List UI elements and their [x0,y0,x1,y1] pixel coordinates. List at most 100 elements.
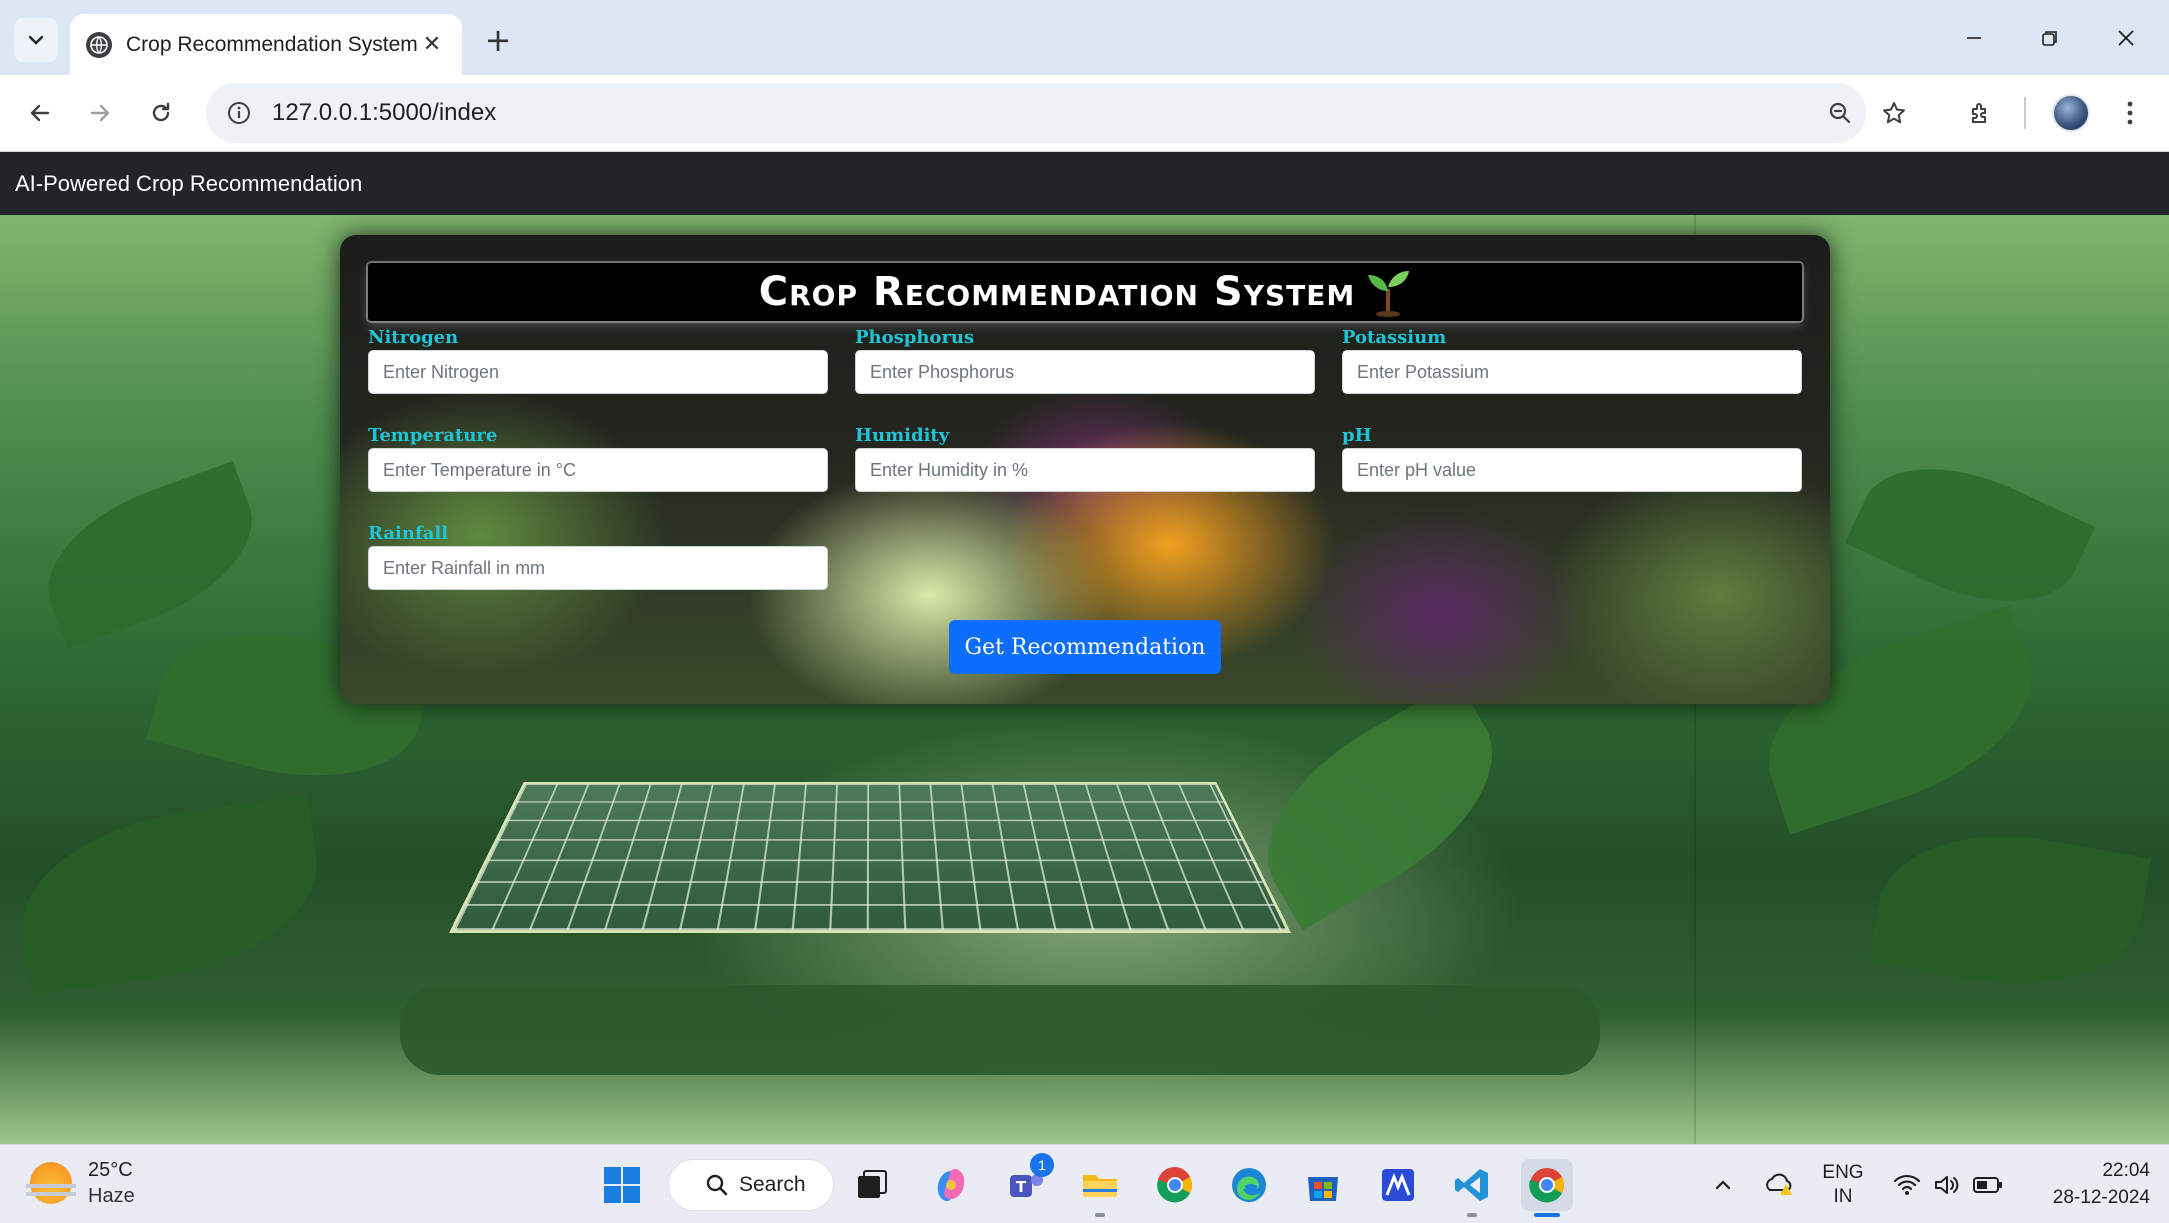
potassium-label: Potassium [1342,327,1447,348]
editor-app-button[interactable] [1372,1159,1424,1211]
window-close-button[interactable] [2088,14,2164,62]
vscode-button[interactable] [1446,1159,1498,1211]
new-tab-button[interactable]: + [478,20,518,60]
extensions-icon[interactable] [1958,91,2002,135]
restore-icon [2042,31,2057,46]
foliage-decoration [26,460,274,650]
reload-button[interactable] [139,91,183,135]
tab-title: Crop Recommendation System [126,32,418,56]
task-view-icon [858,1170,887,1198]
window-restore-button[interactable] [2012,14,2088,62]
arrow-right-icon [90,104,110,122]
arrow-left-icon [30,104,50,122]
foliage-decoration [1232,679,1528,931]
ph-input[interactable] [1342,448,1802,492]
chrome-icon [1529,1168,1564,1203]
show-hidden-icons-button[interactable] [1708,1159,1738,1211]
foliage-decoration [10,794,330,996]
get-recommendation-button[interactable]: Get Recommendation [949,620,1221,674]
page-viewport: AI-Powered Crop Recommendation Crop Reco… [0,152,2169,1144]
search-icon [706,1174,728,1196]
task-view-button[interactable] [846,1159,898,1211]
site-info-icon[interactable] [224,98,254,128]
zoom-icon[interactable] [1818,91,1862,135]
profile-avatar[interactable] [2052,94,2090,132]
temperature-label: Temperature [368,425,498,446]
form-header: Crop Recommendation System [368,263,1802,321]
nitrogen-label: Nitrogen [368,327,459,348]
globe-icon [86,31,112,58]
taskbar-clock[interactable]: 22:04 28-12-2024 [2010,1157,2150,1211]
chevron-down-icon [28,35,44,45]
onedrive-warning-icon[interactable] [1762,1159,1798,1211]
temperature-input[interactable] [368,448,828,492]
foliage-decoration [1868,813,2152,1007]
tab-search-button[interactable] [14,18,58,62]
url-text[interactable]: 127.0.0.1:5000/index [272,99,496,127]
store-button[interactable] [1297,1159,1349,1211]
close-icon [2118,30,2134,46]
nitrogen-field-group: Nitrogen [368,326,828,394]
edge-button[interactable] [1223,1159,1275,1211]
store-icon [1308,1177,1338,1201]
file-explorer-button[interactable] [1074,1159,1126,1211]
active-indicator [1534,1213,1560,1217]
rainfall-input[interactable] [368,546,828,590]
crop-form-card: Crop Recommendation System Nitrogen Phos… [340,235,1830,704]
browser-tab-active[interactable]: Crop Recommendation System ✕ [70,14,462,75]
navbar-brand[interactable]: AI-Powered Crop Recommendation [15,171,362,197]
chrome-active-button[interactable] [1521,1159,1573,1211]
phosphorus-input[interactable] [855,350,1315,394]
window-minimize-button[interactable] [1936,14,2012,62]
toolbar-separator [2024,97,2026,129]
bookmark-star-icon[interactable] [1872,91,1916,135]
language-region: IN [1833,1186,1853,1207]
chevron-up-icon [1715,1180,1731,1190]
wifi-icon[interactable] [1892,1159,1922,1211]
language-indicator[interactable]: ENG IN [1816,1159,1870,1211]
rainfall-label: Rainfall [368,523,449,544]
language-code: ENG [1822,1162,1864,1183]
browser-tab-strip: Crop Recommendation System ✕ + [0,0,2169,75]
humidity-label: Humidity [855,425,950,446]
back-button[interactable] [18,91,62,135]
ph-label: pH [1342,425,1372,446]
address-bar[interactable]: 127.0.0.1:5000/index [206,83,1866,143]
page-title: Crop Recommendation System [758,269,1356,315]
foliage-decoration [400,985,1600,1075]
folder-icon [1083,1175,1117,1197]
temperature-field-group: Temperature [368,424,828,492]
sprout-icon [1368,271,1410,317]
windows-logo-icon [604,1167,640,1203]
clock-date: 28-12-2024 [2052,1187,2150,1208]
humidity-input[interactable] [855,448,1315,492]
browser-menu-icon[interactable] [2112,91,2148,135]
start-button[interactable] [596,1159,648,1211]
minimize-icon [1967,37,1981,39]
weather-condition: Haze [88,1185,135,1207]
svg-text:T: T [1016,1178,1027,1196]
browser-toolbar: 127.0.0.1:5000/index [0,75,2169,152]
vscode-icon [1455,1169,1488,1201]
tab-close-icon[interactable]: ✕ [418,32,446,57]
running-indicator [1095,1213,1105,1217]
copilot-button[interactable] [925,1159,977,1211]
humidity-field-group: Humidity [855,424,1315,492]
battery-icon[interactable] [1972,1159,2004,1211]
app-m-icon [1382,1169,1414,1201]
teams-button[interactable]: T 1 [1000,1153,1054,1211]
weather-widget[interactable]: 25°C Haze [26,1157,135,1209]
chrome-button[interactable] [1149,1159,1201,1211]
windows-taskbar: 25°C Haze Search T 1 ENG IN 22:04 28-12-… [0,1144,2169,1223]
volume-icon[interactable] [1932,1159,1962,1211]
potassium-field-group: Potassium [1342,326,1802,394]
taskbar-search[interactable]: Search [668,1159,834,1211]
reload-icon [152,102,170,122]
teams-notification-badge: 1 [1030,1153,1054,1177]
running-indicator [1467,1213,1477,1217]
potassium-input[interactable] [1342,350,1802,394]
forward-button[interactable] [78,91,122,135]
clock-time: 22:04 [2102,1160,2150,1181]
nitrogen-input[interactable] [368,350,828,394]
chrome-icon [1157,1167,1192,1203]
